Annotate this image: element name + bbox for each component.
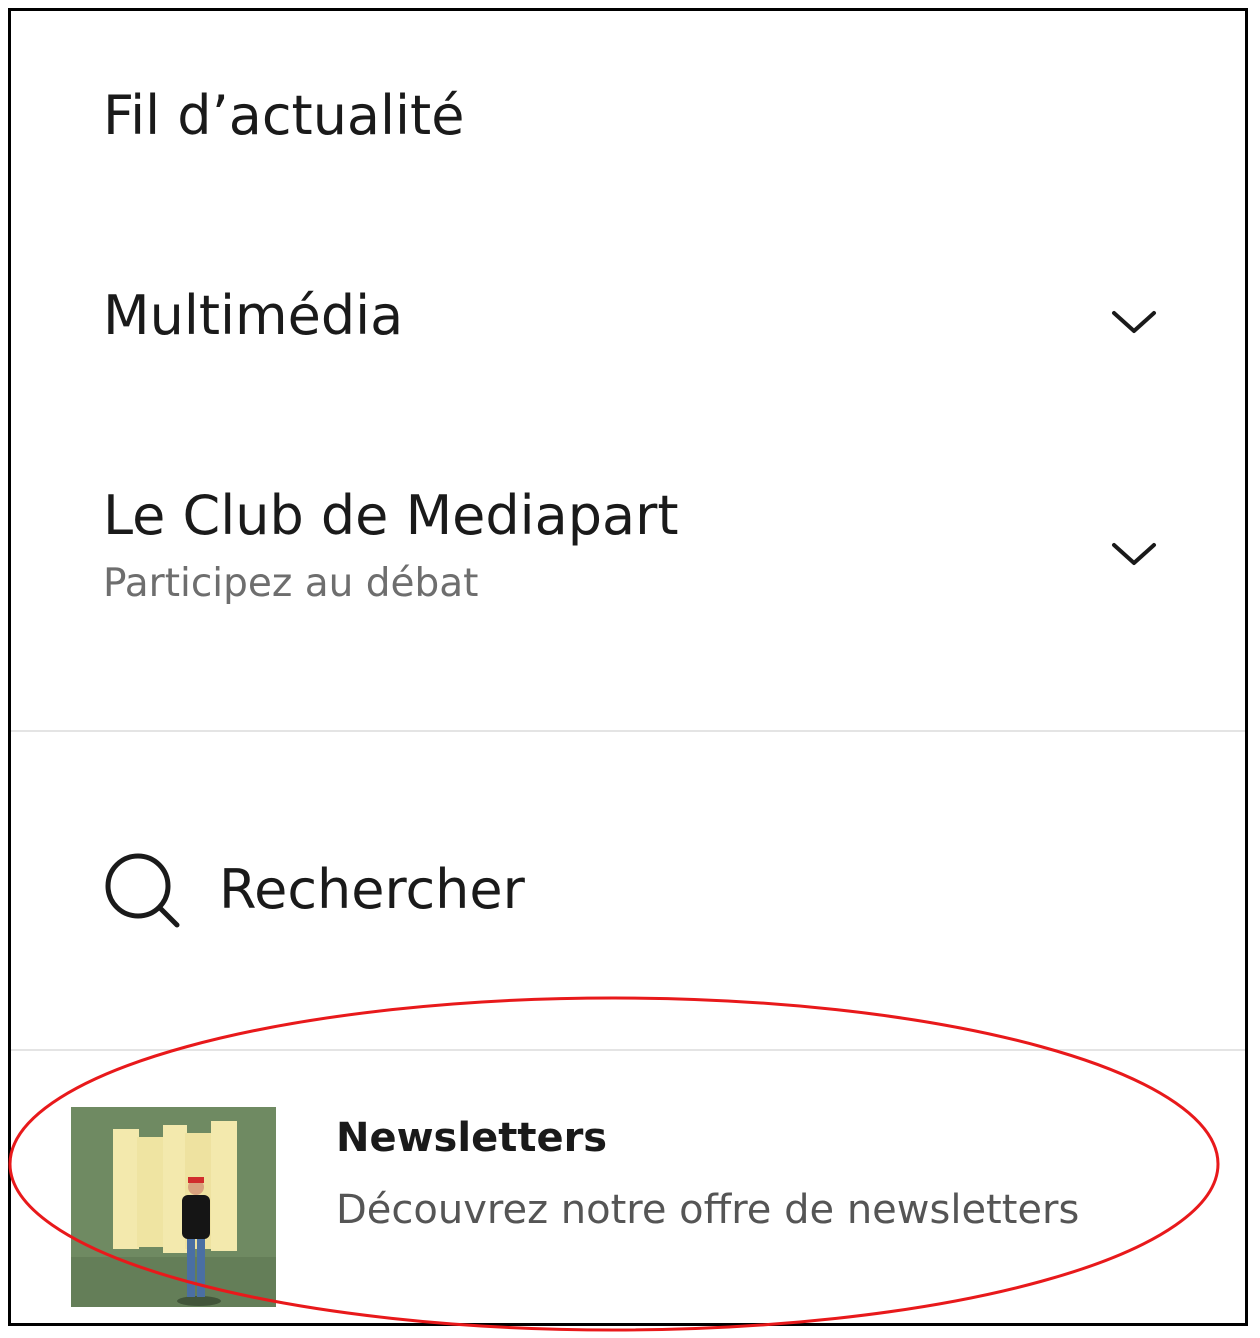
menu-item-label: Multimédia (103, 284, 404, 347)
search-menu-item[interactable]: Rechercher (103, 851, 703, 931)
menu-item-subtitle: Participez au débat (103, 561, 479, 606)
newsletters-illustration[interactable] (71, 1107, 276, 1307)
navigation-menu: Fil d’actualité Multimédia Le Club de Me… (8, 8, 1248, 1326)
divider (11, 1049, 1245, 1051)
chevron-down-icon[interactable] (1111, 541, 1157, 567)
menu-item-multimedia[interactable]: Multimédia (103, 289, 1185, 349)
menu-item-fil-actualite[interactable]: Fil d’actualité (103, 89, 1185, 143)
newsletters-description[interactable]: Découvrez notre offre de newsletters (336, 1187, 1079, 1233)
menu-item-label: Le Club de Mediapart (103, 484, 679, 547)
menu-item-label: Fil d’actualité (103, 84, 465, 147)
search-label: Rechercher (219, 858, 525, 921)
divider (11, 730, 1245, 732)
search-icon (105, 853, 180, 928)
chevron-down-icon[interactable] (1111, 309, 1157, 335)
menu-item-club-mediapart[interactable]: Le Club de Mediapart Participez au débat (103, 489, 1185, 609)
newsletters-title[interactable]: Newsletters (336, 1115, 607, 1161)
